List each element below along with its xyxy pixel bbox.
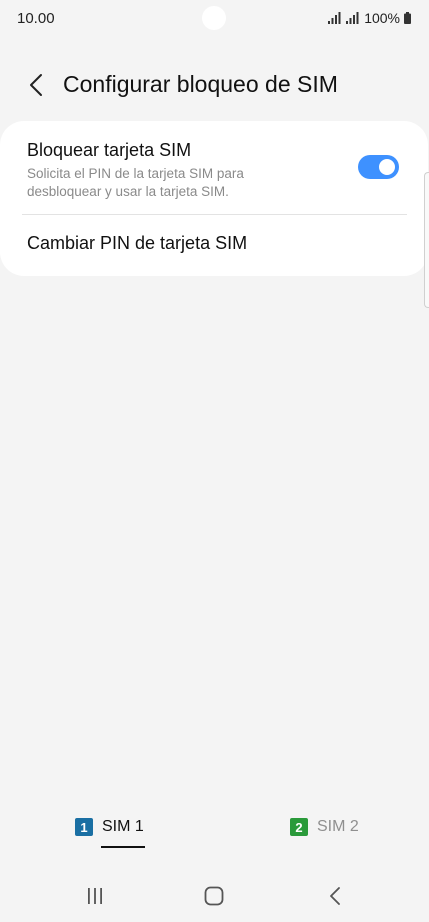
nav-back-button[interactable] xyxy=(320,884,350,908)
navigation-bar xyxy=(0,876,429,916)
lock-sim-title: Bloquear tarjeta SIM xyxy=(27,140,192,160)
home-button[interactable] xyxy=(199,884,229,908)
back-button[interactable] xyxy=(22,68,50,102)
back-icon xyxy=(330,887,340,905)
recents-icon xyxy=(88,888,102,904)
sim-tabs: 1 SIM 1 2 SIM 2 xyxy=(0,818,429,854)
tab-sim-2[interactable]: 2 SIM 2 xyxy=(290,818,359,836)
status-time: 10.00 xyxy=(17,10,55,27)
tab-sim-1[interactable]: 1 SIM 1 xyxy=(75,818,144,836)
status-icons: 100% xyxy=(328,10,411,26)
tab-sim-1-label: SIM 1 xyxy=(102,818,144,835)
settings-card: Bloquear tarjeta SIM Solicita el PIN de … xyxy=(0,121,428,276)
divider xyxy=(22,214,407,215)
chevron-left-icon xyxy=(30,74,42,96)
home-icon xyxy=(204,886,224,906)
sim-1-icon: 1 xyxy=(75,818,93,836)
lock-sim-toggle[interactable] xyxy=(358,155,399,179)
lock-sim-row[interactable]: Bloquear tarjeta SIM Solicita el PIN de … xyxy=(27,137,408,217)
status-bar: 10.00 100% xyxy=(0,0,429,38)
lock-sim-subtitle: Solicita el PIN de la tarjeta SIM para d… xyxy=(27,166,244,199)
tab-sim-2-label: SIM 2 xyxy=(317,818,359,835)
battery-percent: 100% xyxy=(364,10,400,26)
signal-icon xyxy=(328,12,341,24)
change-pin-title: Cambiar PIN de tarjeta SIM xyxy=(27,233,248,253)
toggle-knob xyxy=(377,157,397,177)
active-tab-indicator xyxy=(101,846,145,848)
change-pin-row[interactable]: Cambiar PIN de tarjeta SIM xyxy=(27,228,408,258)
camera-cutout xyxy=(202,6,226,30)
battery-icon xyxy=(404,12,411,24)
screen: 10.00 100% Configurar bloqueo de SIM Blo… xyxy=(0,0,429,922)
signal-icon xyxy=(346,12,359,24)
recents-button[interactable] xyxy=(80,884,110,908)
sim-2-icon: 2 xyxy=(290,818,308,836)
page-title: Configurar bloqueo de SIM xyxy=(63,71,338,97)
edge-panel-handle[interactable] xyxy=(424,172,429,308)
header: Configurar bloqueo de SIM xyxy=(0,64,429,106)
